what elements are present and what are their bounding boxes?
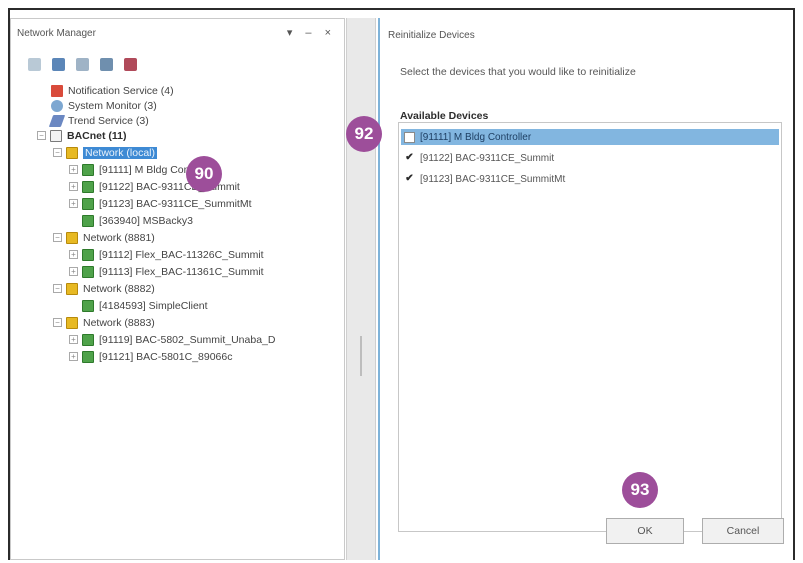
tree-item-notification-service[interactable]: Notification Service (4)	[51, 83, 174, 98]
tree-item-network-local[interactable]: − Network (local)	[53, 145, 158, 160]
collapse-icon[interactable]: −	[53, 318, 62, 327]
device-checkbox[interactable]: ✔	[404, 152, 415, 164]
system-monitor-icon	[51, 99, 63, 112]
tree-item-label: Network (8883)	[83, 316, 155, 329]
pane-header: Network Manager ▾ – ×	[11, 19, 344, 47]
list-icon[interactable]	[73, 55, 91, 73]
device-icon	[82, 299, 94, 312]
folder-icon[interactable]	[97, 55, 115, 73]
available-devices-label: Available Devices	[400, 110, 489, 122]
expand-icon[interactable]: +	[69, 352, 78, 361]
tree-item-system-monitor[interactable]: System Monitor (3)	[51, 98, 157, 113]
device-row[interactable]: [91111] M Bldg Controller	[401, 129, 779, 145]
device-icon	[82, 163, 94, 176]
tree-item-label: [4184593] SimpleClient	[99, 299, 208, 312]
tree-item-device[interactable]: + [91119] BAC-5802_Summit_Unaba_D	[69, 332, 275, 347]
pane-title: Network Manager	[17, 28, 96, 39]
tree-item-label: Network (local)	[83, 146, 158, 159]
network-icon	[66, 316, 78, 329]
network-icon	[66, 282, 78, 295]
reinitialize-devices-dialog: Reinitialize Devices Select the devices …	[378, 18, 793, 560]
tree-item-device[interactable]: + [91123] BAC-9311CE_SummitMt	[69, 196, 252, 211]
device-row-label: [91111] M Bldg Controller	[420, 131, 532, 143]
device-row-label: [91123] BAC-9311CE_SummitMt	[420, 173, 566, 185]
dialog-instruction: Select the devices that you would like t…	[400, 66, 636, 78]
refresh-icon[interactable]	[25, 55, 43, 73]
device-icon	[82, 214, 94, 227]
tree-item-label: Notification Service (4)	[68, 84, 174, 97]
expand-icon[interactable]: +	[69, 199, 78, 208]
network-icon	[66, 146, 78, 159]
pane-controls[interactable]: ▾ – ×	[287, 26, 336, 39]
tree-item-device[interactable]: + [91112] Flex_BAC-11326C_Summit	[69, 247, 264, 262]
tree-item-label: [91123] BAC-9311CE_SummitMt	[99, 197, 252, 210]
expand-icon[interactable]: +	[69, 182, 78, 191]
tree-item-label: System Monitor (3)	[68, 99, 157, 112]
tree-item-label: [363940] MSBacky3	[99, 214, 193, 227]
callout-badge: 92	[346, 116, 382, 152]
tree-item-trend-service[interactable]: Trend Service (3)	[48, 113, 149, 128]
tree-item-label: Trend Service (3)	[68, 114, 149, 127]
device-row-label: [91122] BAC-9311CE_Summit	[420, 152, 555, 164]
device-icon	[82, 180, 94, 193]
notification-icon	[51, 84, 63, 97]
device-checkbox[interactable]: ✔	[404, 173, 415, 185]
tree-item-label: [91113] Flex_BAC-11361C_Summit	[99, 265, 264, 278]
expand-icon[interactable]: +	[69, 267, 78, 276]
collapse-icon[interactable]: −	[53, 233, 62, 242]
tree-item-label: BACnet (11)	[67, 129, 127, 142]
device-row[interactable]: ✔ [91122] BAC-9311CE_Summit	[401, 150, 779, 166]
device-icon	[82, 248, 94, 261]
network-manager-pane: Network Manager ▾ – × Notification Servi…	[10, 18, 345, 560]
device-checkbox[interactable]	[404, 131, 415, 143]
network-icon	[66, 231, 78, 244]
cancel-button[interactable]: Cancel	[702, 518, 784, 544]
pane-toolbar	[25, 55, 139, 73]
pane-splitter[interactable]	[346, 18, 376, 560]
tree-item-label: [91121] BAC-5801C_89066c	[99, 350, 233, 363]
bacnet-icon	[50, 129, 62, 142]
tree-item-device[interactable]: + [91113] Flex_BAC-11361C_Summit	[69, 264, 264, 279]
splitter-grip	[360, 336, 362, 376]
tree-item-label: [91119] BAC-5802_Summit_Unaba_D	[99, 333, 276, 346]
expand-icon[interactable]: +	[69, 250, 78, 259]
tree-item-device[interactable]: [363940] MSBacky3	[69, 213, 193, 228]
collapse-icon[interactable]: −	[37, 131, 46, 140]
tree-item-device[interactable]: + [91121] BAC-5801C_89066c	[69, 349, 233, 364]
tree-item-device[interactable]: [4184593] SimpleClient	[69, 298, 208, 313]
collapse-icon[interactable]: −	[53, 284, 62, 293]
device-icon	[82, 350, 94, 363]
device-icon	[82, 333, 94, 346]
delete-icon[interactable]	[121, 55, 139, 73]
expand-icon[interactable]: +	[69, 335, 78, 344]
tree-item-label: Network (8881)	[83, 231, 155, 244]
trend-icon	[48, 114, 66, 127]
properties-icon[interactable]	[49, 55, 67, 73]
tree-item-network-8883[interactable]: − Network (8883)	[53, 315, 155, 330]
tree-item-network-8882[interactable]: − Network (8882)	[53, 281, 155, 296]
tree-item-label: Network (8882)	[83, 282, 155, 295]
ok-button[interactable]: OK	[606, 518, 684, 544]
tree-item-network-8881[interactable]: − Network (8881)	[53, 230, 155, 245]
tree-item-label: [91112] Flex_BAC-11326C_Summit	[99, 248, 264, 261]
device-row[interactable]: ✔ [91123] BAC-9311CE_SummitMt	[401, 171, 779, 187]
expand-icon[interactable]: +	[69, 165, 78, 174]
available-devices-list[interactable]: [91111] M Bldg Controller ✔ [91122] BAC-…	[398, 122, 782, 532]
callout-badge: 90	[186, 156, 222, 192]
dialog-title: Reinitialize Devices	[388, 30, 475, 41]
device-icon	[82, 197, 94, 210]
callout-badge: 93	[622, 472, 658, 508]
device-icon	[82, 265, 94, 278]
collapse-icon[interactable]: −	[53, 148, 62, 157]
tree-item-bacnet[interactable]: − BACnet (11)	[37, 128, 127, 143]
